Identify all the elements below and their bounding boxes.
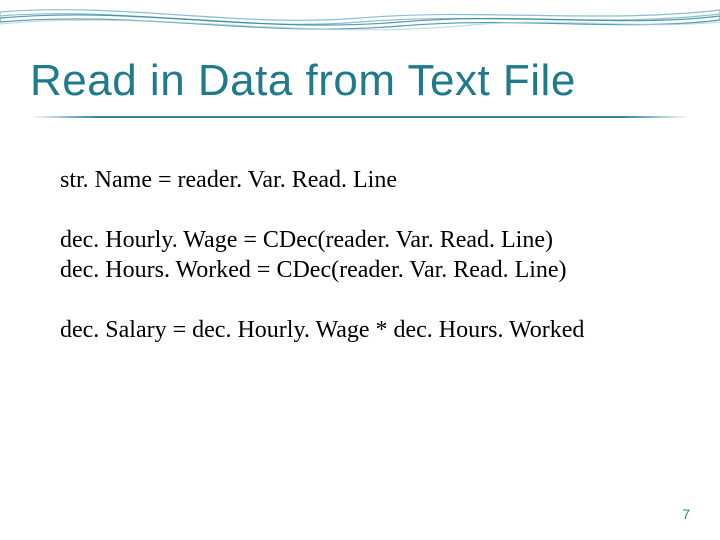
title-underline <box>30 116 690 118</box>
code-line-2a: dec. Hourly. Wage = CDec(reader. Var. Re… <box>60 227 553 253</box>
code-line-1: str. Name = reader. Var. Read. Line <box>60 165 660 195</box>
page-number: 7 <box>682 506 690 522</box>
slide-body: str. Name = reader. Var. Read. Line dec.… <box>60 165 660 375</box>
code-line-2b: dec. Hours. Worked = CDec(reader. Var. R… <box>60 257 567 283</box>
slide: Read in Data from Text File str. Name = … <box>0 0 720 540</box>
code-block-2: dec. Hourly. Wage = CDec(reader. Var. Re… <box>60 225 660 285</box>
slide-title: Read in Data from Text File <box>30 56 576 106</box>
code-line-3: dec. Salary = dec. Hourly. Wage * dec. H… <box>60 315 660 345</box>
decorative-wave <box>0 0 720 50</box>
